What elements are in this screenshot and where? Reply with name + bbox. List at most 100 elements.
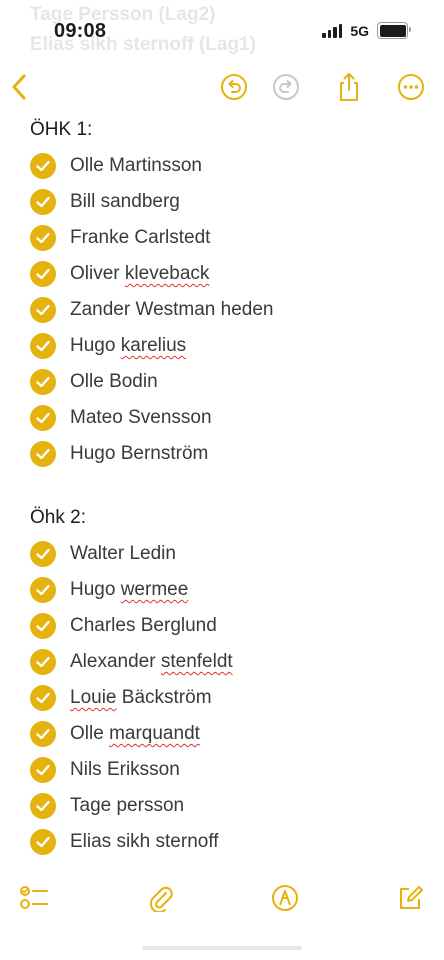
checklist-item: Hugo karelius <box>30 328 424 364</box>
checklist-item: Bill sandberg <box>30 184 424 220</box>
checked-circle-icon[interactable] <box>30 225 56 251</box>
back-button[interactable] <box>4 72 34 102</box>
checklist-item-label[interactable]: Bill sandberg <box>70 191 180 213</box>
item-text: Mateo Svensson <box>70 407 212 428</box>
checklist-item-label[interactable]: Nils Eriksson <box>70 759 180 781</box>
checked-circle-icon[interactable] <box>30 541 56 567</box>
checklist-item-label[interactable]: Louie Bäckström <box>70 687 212 709</box>
more-icon <box>398 74 424 100</box>
checked-circle-icon[interactable] <box>30 405 56 431</box>
status-indicators: 5G <box>322 22 411 39</box>
misspelled-word: marquandt <box>109 723 200 744</box>
status-time: 09:08 <box>54 20 107 42</box>
checklist-item: Nils Eriksson <box>30 752 424 788</box>
item-text: Charles Berglund <box>70 615 217 636</box>
redo-button[interactable] <box>271 72 301 102</box>
checklist-item-label[interactable]: Olle marquandt <box>70 723 200 745</box>
item-text: Olle <box>70 723 110 744</box>
attachment-icon <box>149 886 173 912</box>
item-text: Hugo Bernström <box>70 443 209 464</box>
back-chevron-icon <box>12 74 26 100</box>
checked-circle-icon[interactable] <box>30 441 56 467</box>
item-text: Franke Carlstedt <box>70 227 211 248</box>
item-text: Olle Martinsson <box>70 155 202 176</box>
item-text: Bill sandberg <box>70 191 180 212</box>
checked-circle-icon[interactable] <box>30 613 56 639</box>
checklist-item-label[interactable]: Franke Carlstedt <box>70 227 210 249</box>
bottom-toolbar <box>0 876 444 920</box>
misspelled-word: kleveback <box>124 263 210 284</box>
undo-button[interactable] <box>219 72 249 102</box>
checklist-item-label[interactable]: Mateo Svensson <box>70 407 212 429</box>
checked-circle-icon[interactable] <box>30 189 56 215</box>
markup-icon <box>272 885 298 911</box>
checklist-item: Elias sikh sternoff <box>30 824 424 860</box>
checklist-item: Louie Bäckström <box>30 680 424 716</box>
home-indicator <box>142 946 302 950</box>
checklist-item: Hugo wermee <box>30 572 424 608</box>
item-text: Tage persson <box>70 795 185 816</box>
checklist-item-label[interactable]: Alexander stenfeldt <box>70 651 233 673</box>
more-button[interactable] <box>396 72 426 102</box>
checklist-item-label[interactable]: Charles Berglund <box>70 615 217 637</box>
checklist-item-label[interactable]: Zander Westman heden <box>70 299 274 321</box>
compose-button[interactable] <box>394 882 426 914</box>
checked-circle-icon[interactable] <box>30 649 56 675</box>
checked-circle-icon[interactable] <box>30 793 56 819</box>
note-toolbar <box>0 66 444 106</box>
misspelled-word: karelius <box>120 335 187 356</box>
checklist-item: Tage persson <box>30 788 424 824</box>
misspelled-word: wermee <box>120 579 189 600</box>
checklist-item-label[interactable]: Olle Martinsson <box>70 155 202 177</box>
checklist-item-label[interactable]: Hugo Bernström <box>70 443 208 465</box>
misspelled-word: stenfeldt <box>160 651 233 672</box>
section-heading: Öhk 2: <box>30 507 86 528</box>
redo-icon <box>273 74 299 100</box>
compose-icon <box>400 886 423 909</box>
checklist-item: Alexander stenfeldt <box>30 644 424 680</box>
item-text: Bäckström <box>116 687 212 708</box>
checklist-item-label[interactable]: Olle Bodin <box>70 371 158 393</box>
checklist-item: Zander Westman heden <box>30 292 424 328</box>
checked-circle-icon[interactable] <box>30 721 56 747</box>
undo-icon <box>221 74 247 100</box>
battery-icon <box>377 22 411 39</box>
checklist-item-label[interactable]: Elias sikh sternoff <box>70 831 219 853</box>
attachment-button[interactable] <box>145 882 177 914</box>
item-text: Hugo <box>70 579 121 600</box>
checked-circle-icon[interactable] <box>30 333 56 359</box>
checklist-item: Franke Carlstedt <box>30 220 424 256</box>
status-bar: Tage Persson (Lag2) Elias sikh sternoff … <box>0 0 444 60</box>
checked-circle-icon[interactable] <box>30 685 56 711</box>
checked-circle-icon[interactable] <box>30 577 56 603</box>
checked-circle-icon[interactable] <box>30 153 56 179</box>
checklist-item-label[interactable]: Walter Ledin <box>70 543 176 565</box>
checklist-item: Oliver kleveback <box>30 256 424 292</box>
share-button[interactable] <box>334 72 364 102</box>
item-text: Alexander <box>70 651 161 672</box>
misspelled-word: Louie <box>70 687 117 708</box>
checklist-item-label[interactable]: Hugo wermee <box>70 579 188 601</box>
checklist-item: Hugo Bernström <box>30 436 424 472</box>
checklist-item: Mateo Svensson <box>30 400 424 436</box>
checklist-item: Olle Bodin <box>30 364 424 400</box>
checklist-item: Walter Ledin <box>30 536 424 572</box>
checklist-button[interactable] <box>18 882 50 914</box>
share-icon <box>340 73 358 101</box>
network-type: 5G <box>350 22 369 39</box>
checklist-item-label[interactable]: Oliver kleveback <box>70 263 209 285</box>
cellular-signal-icon <box>322 23 343 38</box>
checked-circle-icon[interactable] <box>30 757 56 783</box>
item-text: Zander Westman heden <box>70 299 274 320</box>
item-text: Walter Ledin <box>70 543 176 564</box>
note-body[interactable]: ÖHK 1: Olle Martinsson Bill sandberg Franke… <box>30 118 424 860</box>
checked-circle-icon[interactable] <box>30 297 56 323</box>
item-text: Hugo <box>70 335 121 356</box>
markup-button[interactable] <box>269 882 301 914</box>
checklist-item-label[interactable]: Tage persson <box>70 795 184 817</box>
checked-circle-icon[interactable] <box>30 369 56 395</box>
checked-circle-icon[interactable] <box>30 261 56 287</box>
checklist-item-label[interactable]: Hugo karelius <box>70 335 186 357</box>
checklist-item: Olle marquandt <box>30 716 424 752</box>
checked-circle-icon[interactable] <box>30 829 56 855</box>
